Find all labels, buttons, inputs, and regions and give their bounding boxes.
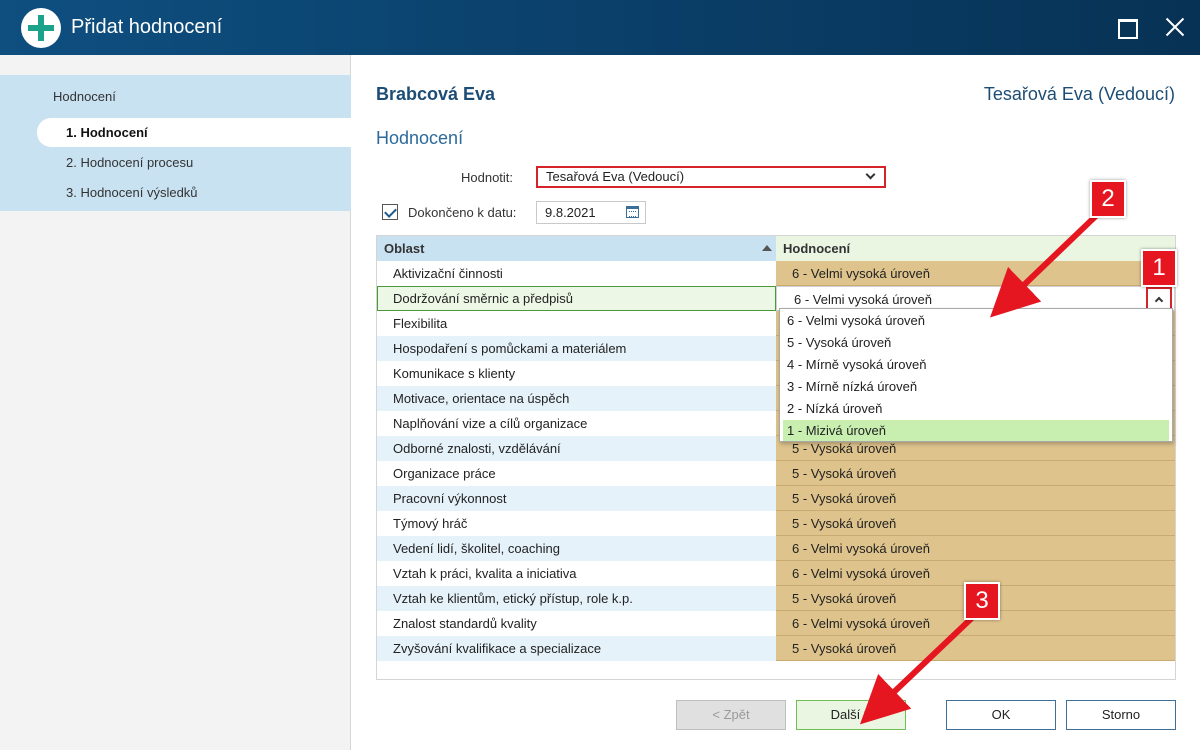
- callout-3: 3: [964, 582, 1000, 620]
- rating-value: 5 - Vysoká úroveň: [792, 641, 897, 656]
- title-bar: Přidat hodnocení: [0, 0, 1200, 55]
- dropdown-option[interactable]: 2 - Nízká úroveň: [783, 398, 1169, 419]
- date-value: 9.8.2021: [545, 205, 596, 220]
- sidebar-item-hodnoceni-procesu[interactable]: 2. Hodnocení procesu: [37, 148, 351, 177]
- table-row[interactable]: Znalost standardů kvality 6 - Velmi vysok…: [377, 611, 1175, 636]
- area-cell: Komunikace s klienty: [393, 366, 516, 381]
- area-cell: Odborné znalosti, vzdělávání: [377, 436, 776, 461]
- back-button[interactable]: < Zpět: [676, 700, 786, 730]
- dropdown-option[interactable]: 6 - Velmi vysoká úroveň: [783, 310, 1169, 331]
- manager-name: Tesařová Eva (Vedoucí): [983, 84, 1175, 104]
- callout-1: 1: [1141, 249, 1177, 287]
- area-cell: Motivace, orientace na úspěch: [377, 386, 776, 411]
- close-icon[interactable]: [1162, 14, 1188, 40]
- rating-value: 6 - Velmi vysoká úroveň: [792, 541, 931, 556]
- area-cell: Znalost standardů kvality: [393, 616, 537, 631]
- cancel-button[interactable]: Storno: [1066, 700, 1176, 730]
- column-header-rating-label: Hodnocení: [783, 241, 851, 256]
- rating-value: 6 - Velmi vysoká úroveň: [792, 266, 931, 281]
- table-row[interactable]: Vedení lidí, školitel, coaching 6 - Velmi…: [377, 536, 1175, 561]
- rating-grid: Oblast Hodnocení Aktivizační činnosti 6 -…: [376, 235, 1176, 680]
- table-row[interactable]: Vztah k práci, kvalita a iniciativa 6 - V…: [377, 561, 1175, 586]
- area-cell: Aktivizační činnosti: [393, 266, 503, 281]
- sidebar: Hodnocení 1. Hodnocení 2. Hodnocení proc…: [0, 55, 351, 750]
- dropdown-option[interactable]: 1 - Mizivá úroveň: [783, 420, 1169, 441]
- rating-dropdown-list: 6 - Velmi vysoká úroveň 5 - Vysoká úroveň…: [779, 308, 1173, 442]
- table-row[interactable]: Organizace práce 5 - Vysoká úroveň: [377, 461, 1175, 486]
- callout-2: 2: [1090, 180, 1126, 218]
- dropdown-option[interactable]: 4 - Mírně vysoká úroveň: [783, 354, 1169, 375]
- sidebar-item-hodnoceni-vysledku[interactable]: 3. Hodnocení výsledků: [37, 178, 351, 207]
- evaluator-value: Tesařová Eva (Vedoucí): [546, 169, 685, 184]
- evaluator-label: Hodnotit:: [461, 170, 514, 185]
- rating-value: 6 - Velmi vysoká úroveň: [794, 292, 933, 307]
- table-row[interactable]: Zvyšování kvalifikace a specializace 5 - …: [377, 636, 1175, 661]
- ok-button[interactable]: OK: [946, 700, 1056, 730]
- area-cell: Naplňování vize a cílů organizace: [393, 416, 588, 431]
- column-header-area-label: Oblast: [384, 241, 425, 256]
- rating-value: 5 - Vysoká úroveň: [792, 441, 897, 456]
- sidebar-nav: Hodnocení 1. Hodnocení 2. Hodnocení proc…: [0, 75, 351, 211]
- window-title: Přidat hodnocení: [71, 16, 223, 38]
- rating-value: 6 - Velmi vysoká úroveň: [792, 566, 931, 581]
- completed-checkbox[interactable]: [382, 204, 398, 220]
- table-row[interactable]: Pracovní výkonnost 5 - Vysoká úroveň: [377, 486, 1175, 511]
- section-title: Hodnocení: [376, 128, 464, 148]
- employee-name: Brabcová Eva: [376, 84, 496, 104]
- area-cell: Zvyšování kvalifikace a specializace: [377, 636, 776, 661]
- dropdown-option[interactable]: 3 - Mírně nízká úroveň: [783, 376, 1169, 397]
- rating-cell[interactable]: 5 - Vysoká úroveň: [776, 636, 1175, 661]
- rating-value: 5 - Vysoká úroveň: [792, 591, 897, 606]
- rating-cell[interactable]: 6 - Velmi vysoká úroveň: [776, 261, 1175, 286]
- grid-header: Oblast Hodnocení: [377, 236, 1175, 261]
- area-cell: Flexibilita: [393, 316, 448, 331]
- sidebar-item-hodnoceni[interactable]: 1. Hodnocení: [37, 118, 351, 147]
- next-button[interactable]: Další >: [796, 700, 906, 730]
- add-plus-icon: [21, 8, 61, 48]
- rating-cell[interactable]: 5 - Vysoká úroveň: [776, 486, 1175, 511]
- chevron-up-icon: [1154, 296, 1164, 306]
- area-cell: Vztah k práci, kvalita a iniciativa: [393, 566, 577, 581]
- column-header-area[interactable]: Oblast: [377, 236, 776, 261]
- dropdown-option[interactable]: 5 - Vysoká úroveň: [783, 332, 1169, 353]
- table-row[interactable]: Vztah ke klientům, etický přístup, role …: [377, 586, 1175, 611]
- area-cell: Pracovní výkonnost: [377, 486, 776, 511]
- table-row[interactable]: Týmový hráč 5 - Vysoká úroveň: [377, 511, 1175, 536]
- table-row[interactable]: Aktivizační činnosti 6 - Velmi vysoká úro…: [377, 261, 1175, 286]
- area-cell: Organizace práce: [393, 466, 496, 481]
- rating-cell[interactable]: 5 - Vysoká úroveň: [776, 511, 1175, 536]
- area-cell: Dodržování směrnic a předpisů: [377, 286, 776, 311]
- calendar-icon[interactable]: [626, 206, 639, 218]
- date-field[interactable]: 9.8.2021: [536, 201, 646, 224]
- rating-cell[interactable]: 6 - Velmi vysoká úroveň: [776, 536, 1175, 561]
- area-cell: Vztah ke klientům, etický přístup, role …: [377, 586, 776, 611]
- completed-label: Dokončeno k datu:: [408, 205, 517, 220]
- area-cell: Vedení lidí, školitel, coaching: [377, 536, 776, 561]
- sort-ascending-icon: [762, 245, 772, 251]
- rating-value: 5 - Vysoká úroveň: [792, 466, 897, 481]
- evaluator-select[interactable]: Tesařová Eva (Vedoucí): [536, 166, 886, 188]
- area-cell: Hospodaření s pomůckami a materiálem: [377, 336, 776, 361]
- rating-cell[interactable]: 5 - Vysoká úroveň: [776, 461, 1175, 486]
- maximize-icon[interactable]: [1113, 14, 1139, 40]
- rating-value: 6 - Velmi vysoká úroveň: [792, 616, 931, 631]
- rating-value: 5 - Vysoká úroveň: [792, 516, 897, 531]
- sidebar-title: Hodnocení: [53, 89, 116, 104]
- chevron-down-icon: [865, 169, 876, 180]
- column-header-rating[interactable]: Hodnocení: [776, 236, 1175, 261]
- rating-value: 5 - Vysoká úroveň: [792, 491, 897, 506]
- area-cell: Týmový hráč: [393, 516, 468, 531]
